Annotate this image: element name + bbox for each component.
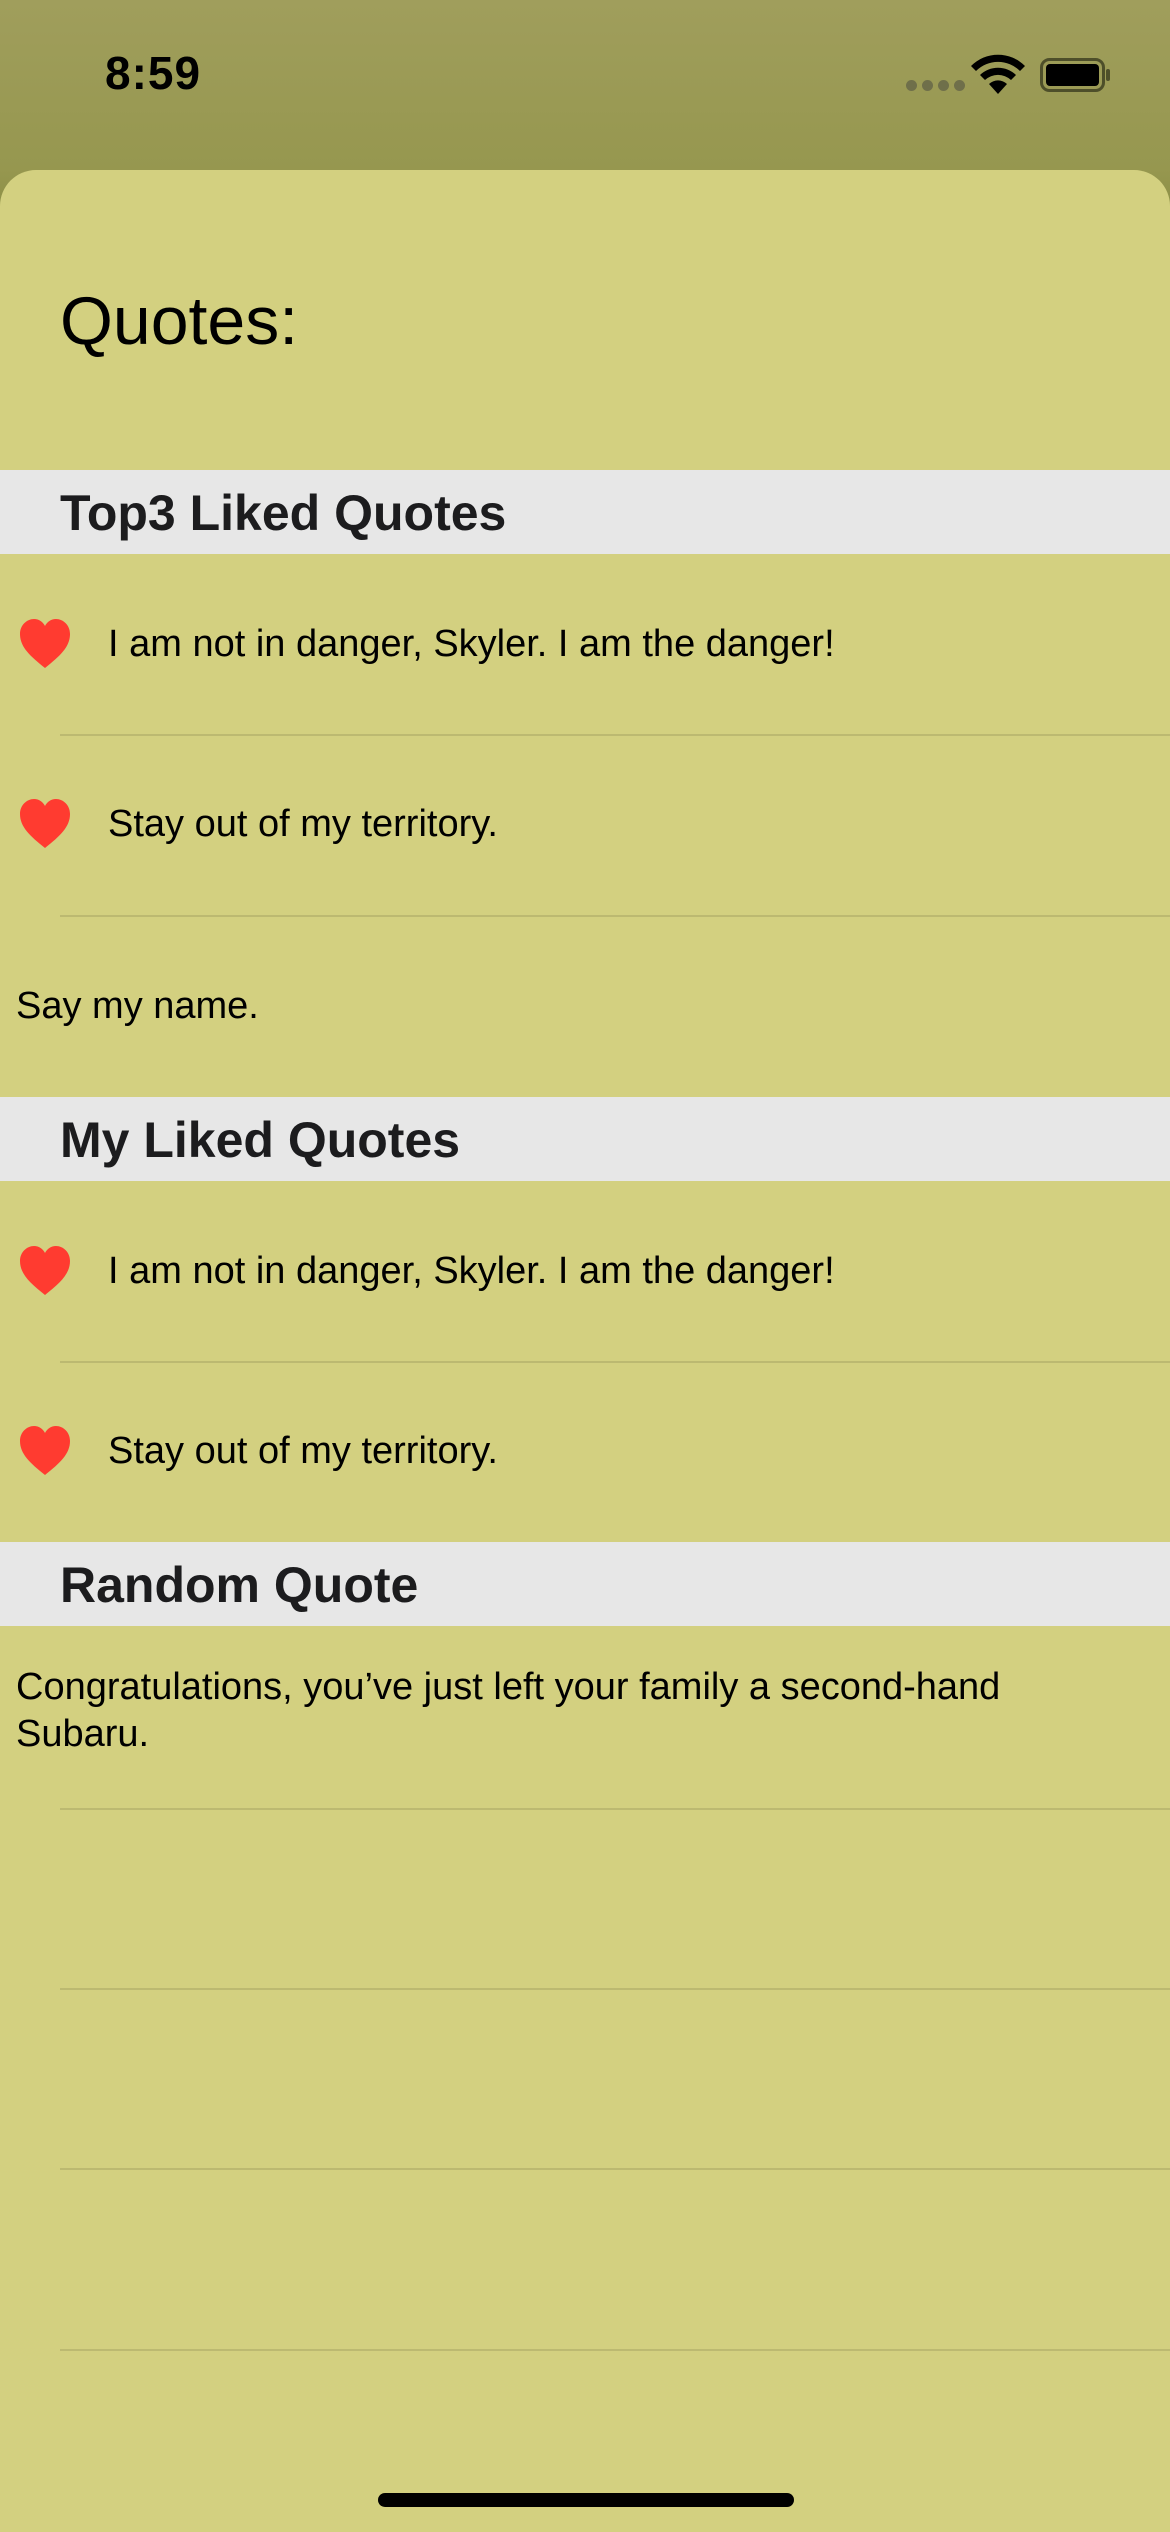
- wifi-icon: [971, 54, 1025, 94]
- quote-row[interactable]: I am not in danger, Skyler. I am the dan…: [0, 1181, 1170, 1361]
- quotes-sheet: Quotes: Top3 Liked Quotes I am not in da…: [0, 170, 1170, 2532]
- quote-text: Stay out of my territory.: [108, 803, 498, 845]
- heart-icon[interactable]: [18, 1245, 72, 1297]
- quote-row[interactable]: Stay out of my territory.: [0, 1361, 1170, 1541]
- battery-icon: [1040, 58, 1110, 92]
- row-divider: [60, 2349, 1170, 2351]
- home-indicator[interactable]: [378, 2493, 794, 2507]
- section-title: Random Quote: [60, 1557, 419, 1613]
- page-title: Quotes:: [60, 283, 299, 359]
- section-title: My Liked Quotes: [60, 1112, 461, 1168]
- quote-row[interactable]: Stay out of my territory.: [0, 734, 1170, 914]
- quote-text: Say my name.: [16, 985, 259, 1027]
- heart-icon[interactable]: [18, 798, 72, 850]
- section-header-top3: Top3 Liked Quotes: [0, 470, 1170, 554]
- heart-icon[interactable]: [18, 618, 72, 670]
- row-divider: [60, 1988, 1170, 1990]
- section-header-liked: My Liked Quotes: [0, 1097, 1170, 1181]
- quote-text: I am not in danger, Skyler. I am the dan…: [108, 623, 835, 665]
- quote-row[interactable]: I am not in danger, Skyler. I am the dan…: [0, 554, 1170, 734]
- status-time: 8:59: [105, 47, 202, 99]
- row-divider: [60, 1808, 1170, 1810]
- random-quote-text[interactable]: Congratulations, you’ve just left your f…: [16, 1664, 1016, 1758]
- row-divider: [60, 2168, 1170, 2170]
- cellular-signal-icon: [906, 80, 965, 91]
- section-header-random: Random Quote: [0, 1542, 1170, 1626]
- heart-icon[interactable]: [18, 1425, 72, 1477]
- status-bar: 8:59: [0, 0, 1170, 150]
- quote-text: I am not in danger, Skyler. I am the dan…: [108, 1250, 835, 1292]
- quote-row[interactable]: Say my name.: [0, 916, 1170, 1096]
- section-title: Top3 Liked Quotes: [60, 485, 507, 541]
- quote-text: Stay out of my territory.: [108, 1430, 498, 1472]
